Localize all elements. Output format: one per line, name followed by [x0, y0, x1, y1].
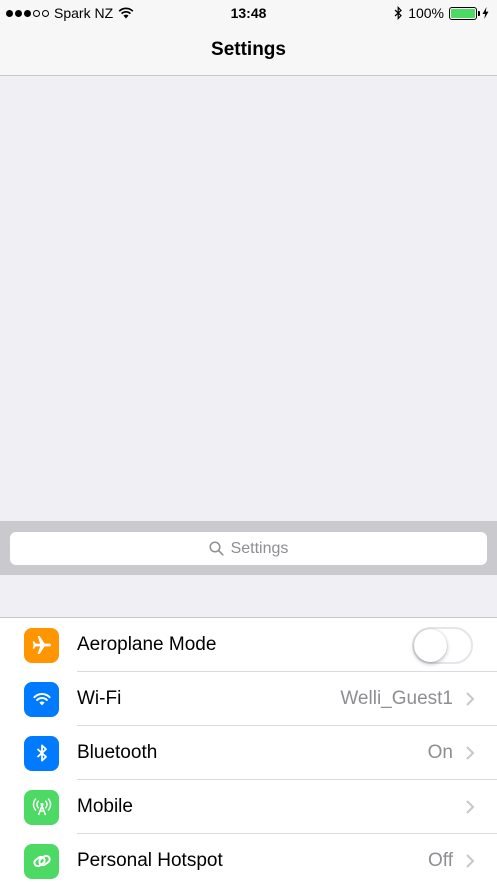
- antenna-icon: [24, 789, 59, 825]
- settings-row-bluetooth[interactable]: Bluetooth On: [0, 726, 497, 780]
- bluetooth-label: Bluetooth: [77, 742, 158, 763]
- status-bar: Spark NZ 13:48 100%: [0, 0, 497, 26]
- wifi-label: Wi-Fi: [77, 688, 122, 709]
- hotspot-icon: [24, 843, 59, 879]
- nav-bar: Settings: [0, 26, 497, 76]
- settings-row-mobile[interactable]: Mobile: [0, 780, 497, 834]
- chevron-right-icon: [466, 854, 475, 868]
- settings-row-aeroplane-mode[interactable]: Aeroplane Mode: [0, 618, 497, 672]
- personal-hotspot-label: Personal Hotspot: [77, 850, 223, 871]
- search-bar: Settings: [0, 521, 497, 575]
- battery-level: [451, 8, 475, 18]
- search-input[interactable]: Settings: [10, 532, 487, 565]
- settings-row-wifi[interactable]: Wi-Fi Welli_Guest1: [0, 672, 497, 726]
- chevron-right-icon: [466, 800, 475, 814]
- bluetooth-value: On: [427, 742, 453, 763]
- status-right: 100%: [394, 5, 489, 21]
- settings-row-personal-hotspot[interactable]: Personal Hotspot Off: [0, 834, 497, 883]
- settings-list: Aeroplane Mode Wi-Fi Welli_Guest1 Blueto…: [0, 617, 497, 883]
- bluetooth-icon: [24, 735, 59, 771]
- aeroplane-mode-toggle[interactable]: [412, 626, 473, 664]
- charging-icon: [482, 7, 489, 19]
- page-title: Settings: [211, 39, 286, 60]
- search-placeholder: Settings: [230, 539, 289, 557]
- chevron-right-icon: [466, 692, 475, 706]
- wifi-icon: [24, 681, 59, 717]
- aeroplane-mode-label: Aeroplane Mode: [77, 634, 217, 655]
- toggle-knob: [414, 628, 447, 662]
- airplane-icon: [24, 627, 59, 663]
- wifi-value: Welli_Guest1: [340, 688, 453, 709]
- personal-hotspot-value: Off: [428, 850, 453, 871]
- battery-percent: 100%: [408, 5, 444, 21]
- mobile-label: Mobile: [77, 796, 133, 817]
- content-background: [0, 77, 497, 521]
- chevron-right-icon: [466, 746, 475, 760]
- search-icon: [209, 541, 224, 556]
- battery-icon: [449, 6, 480, 20]
- bluetooth-status-icon: [394, 6, 403, 20]
